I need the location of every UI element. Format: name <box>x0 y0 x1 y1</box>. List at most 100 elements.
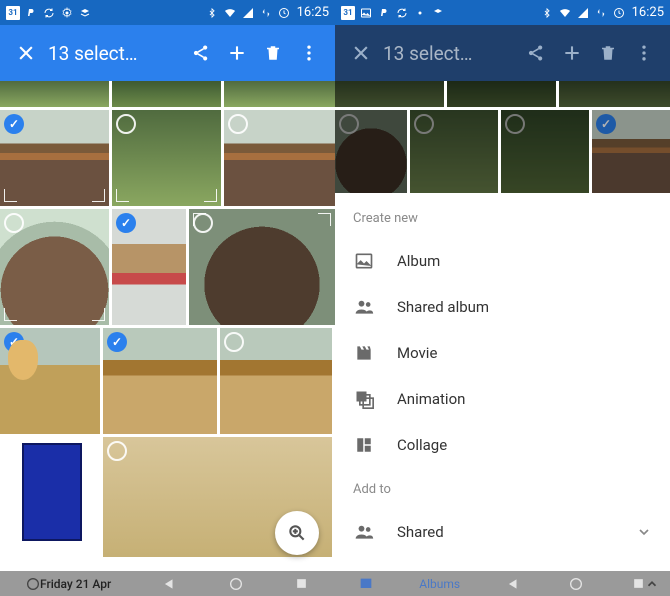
shared-album-icon <box>353 296 375 318</box>
share-icon[interactable] <box>522 39 550 67</box>
calendar-status-icon: 31 <box>6 6 20 20</box>
photo-thumbnail[interactable] <box>0 328 100 434</box>
photo-thumbnail[interactable] <box>220 328 332 434</box>
albums-tab-icon[interactable] <box>356 574 376 594</box>
photo-thumbnail <box>335 81 444 107</box>
selection-ring-icon[interactable] <box>4 213 24 233</box>
nav-back-icon[interactable] <box>503 574 523 594</box>
selection-ring-icon[interactable] <box>193 213 213 233</box>
add-icon[interactable] <box>558 39 586 67</box>
paypal-status-icon <box>24 6 38 20</box>
nav-home-icon[interactable] <box>566 574 586 594</box>
wifi-icon <box>223 6 237 20</box>
chevron-down-icon <box>636 524 652 540</box>
sheet-section-title: Create new <box>335 207 670 238</box>
photo-grid-dimmed <box>335 81 670 193</box>
sheet-item-label: Movie <box>397 344 437 362</box>
selection-checkmark-icon[interactable] <box>4 114 24 134</box>
sheet-item-label: Album <box>397 252 440 270</box>
sheet-item-album[interactable]: Album <box>335 238 670 284</box>
delete-icon[interactable] <box>594 39 622 67</box>
selection-ring-icon[interactable] <box>224 332 244 352</box>
movie-icon <box>353 342 375 364</box>
photo-thumbnail[interactable] <box>0 81 109 107</box>
photo-thumbnail[interactable] <box>103 328 217 434</box>
bluetooth-icon <box>540 6 554 20</box>
layers-status-icon <box>78 6 92 20</box>
layers-status-icon <box>431 6 445 20</box>
calendar-status-icon: 31 <box>341 6 355 20</box>
search-fab[interactable] <box>275 511 319 555</box>
close-icon[interactable] <box>347 39 375 67</box>
sheet-item-collage[interactable]: Collage <box>335 422 670 468</box>
create-bottom-sheet: Create new Album Shared album Movie Anim… <box>335 193 670 571</box>
more-icon[interactable] <box>295 39 323 67</box>
photo-thumbnail <box>559 81 670 107</box>
sheet-item-label: Shared album <box>397 298 489 316</box>
selection-app-bar-dimmed: 13 select… <box>335 25 670 81</box>
photo-thumbnail <box>447 81 556 107</box>
photo-thumbnail[interactable] <box>0 110 109 206</box>
photo-thumbnail <box>501 110 589 193</box>
data-icon <box>594 6 608 20</box>
photo-thumbnail <box>335 110 407 193</box>
selection-ring-icon <box>339 114 359 134</box>
navigation-bar: Albums <box>335 571 670 596</box>
close-icon[interactable] <box>12 39 40 67</box>
photo-thumbnail[interactable] <box>224 110 335 206</box>
caret-up-icon[interactable] <box>642 574 662 594</box>
sheet-item-animation[interactable]: Animation <box>335 376 670 422</box>
nav-back-icon[interactable] <box>159 574 179 594</box>
data-icon <box>259 6 273 20</box>
photo-grid <box>0 81 335 571</box>
selection-ring-icon[interactable] <box>107 441 127 461</box>
nav-home-icon[interactable] <box>226 574 246 594</box>
status-time: 16:25 <box>632 5 664 20</box>
selection-checkmark-icon[interactable] <box>107 332 127 352</box>
photo-thumbnail[interactable] <box>112 110 221 206</box>
selection-checkmark-icon[interactable] <box>4 332 24 352</box>
nav-date-label: Friday 21 Apr <box>40 577 111 591</box>
signal-icon <box>241 6 255 20</box>
selection-ring-icon[interactable] <box>116 114 136 134</box>
bluetooth-icon <box>205 6 219 20</box>
clock-icon <box>277 6 291 20</box>
sheet-section-title: Add to <box>335 468 670 509</box>
photo-thumbnail[interactable] <box>0 437 100 557</box>
settings-status-icon <box>60 6 74 20</box>
photo-thumbnail[interactable] <box>224 81 335 107</box>
selection-ring-icon[interactable] <box>228 114 248 134</box>
paypal-status-icon <box>377 6 391 20</box>
sheet-item-shared[interactable]: Shared <box>335 509 670 555</box>
shared-icon <box>353 521 375 543</box>
sheet-item-label: Collage <box>397 436 447 454</box>
nav-recent-icon[interactable] <box>292 574 312 594</box>
photo-thumbnail[interactable] <box>0 209 109 325</box>
animation-icon <box>353 388 375 410</box>
sheet-item-shared-album[interactable]: Shared album <box>335 284 670 330</box>
sheet-item-label: Animation <box>397 390 465 408</box>
wifi-icon <box>558 6 572 20</box>
status-bar: 31 16:25 <box>0 0 335 25</box>
photo-thumbnail[interactable] <box>112 209 186 325</box>
albums-tab-label[interactable]: Albums <box>419 577 460 591</box>
delete-icon[interactable] <box>259 39 287 67</box>
selection-title: 13 select… <box>48 42 179 65</box>
signal-icon <box>576 6 590 20</box>
image-status-icon <box>359 6 373 20</box>
selection-title: 13 select… <box>383 42 514 65</box>
selection-ring-icon <box>505 114 525 134</box>
navigation-bar: Friday 21 Apr <box>0 571 335 596</box>
album-icon <box>353 250 375 272</box>
more-icon[interactable] <box>630 39 658 67</box>
sync-status-icon <box>42 6 56 20</box>
add-icon[interactable] <box>223 39 251 67</box>
share-icon[interactable] <box>187 39 215 67</box>
selection-ring-icon <box>414 114 434 134</box>
selection-checkmark-icon[interactable] <box>116 213 136 233</box>
photo-thumbnail[interactable] <box>189 209 335 325</box>
sync-status-icon <box>395 6 409 20</box>
status-time: 16:25 <box>297 5 329 20</box>
sheet-item-movie[interactable]: Movie <box>335 330 670 376</box>
photo-thumbnail[interactable] <box>112 81 221 107</box>
